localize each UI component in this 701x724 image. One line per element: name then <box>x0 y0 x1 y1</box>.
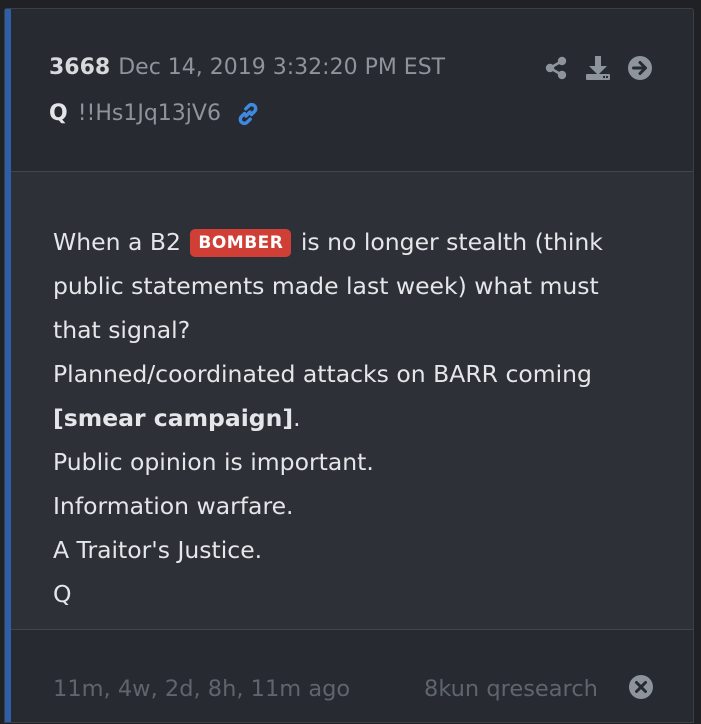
text-segment: is no longer stealth (think <box>300 228 603 256</box>
text-line: A Traitor's Justice. <box>53 536 263 564</box>
post-footer: 11m, 4w, 2d, 8h, 11m ago 8kun qresearch <box>11 630 693 724</box>
author-name: Q <box>49 101 68 126</box>
post-source[interactable]: 8kun qresearch <box>424 676 598 702</box>
download-icon[interactable] <box>585 55 611 81</box>
author-row: Q !!Hs1Jq13jV6 <box>49 101 261 127</box>
post-age: 11m, 4w, 2d, 8h, 11m ago <box>53 676 351 702</box>
arrow-right-circle-icon[interactable] <box>627 55 653 81</box>
bold-text: [smear campaign] <box>53 404 294 432</box>
text-line: Planned/coordinated attacks on BARR comi… <box>53 360 592 388</box>
post-text: When a B2 BOMBER is no longer stealth (t… <box>53 220 653 616</box>
post-meta: 3668 Dec 14, 2019 3:32:20 PM EST <box>49 55 445 80</box>
close-circle-icon[interactable] <box>628 674 654 700</box>
tripcode: !!Hs1Jq13jV6 <box>77 101 221 126</box>
post-header: 3668 Dec 14, 2019 3:32:20 PM EST Q !!Hs1Jq… <box>11 9 693 172</box>
text-line: that signal? <box>53 316 191 344</box>
post-number: 3668 <box>49 55 111 80</box>
text-segment: When a B2 <box>53 228 181 256</box>
link-icon[interactable] <box>235 101 261 127</box>
share-icon[interactable] <box>543 55 569 81</box>
post-timestamp: Dec 14, 2019 3:32:20 PM EST <box>118 55 446 80</box>
bomber-tag: BOMBER <box>190 229 292 257</box>
text-line: Information warfare. <box>53 492 294 520</box>
text-line: public statements made last week) what m… <box>53 272 599 300</box>
text-line: When a B2 BOMBER is no longer stealth (t… <box>53 220 653 264</box>
text-line: Public opinion is important. <box>53 448 374 476</box>
post-card: 3668 Dec 14, 2019 3:32:20 PM EST Q !!Hs1Jq… <box>4 8 694 723</box>
post-body: When a B2 BOMBER is no longer stealth (t… <box>11 172 693 630</box>
text-segment: . <box>293 404 301 432</box>
text-line: [smear campaign]. <box>53 396 653 440</box>
text-line: Q <box>53 580 72 608</box>
post-actions <box>543 55 653 81</box>
